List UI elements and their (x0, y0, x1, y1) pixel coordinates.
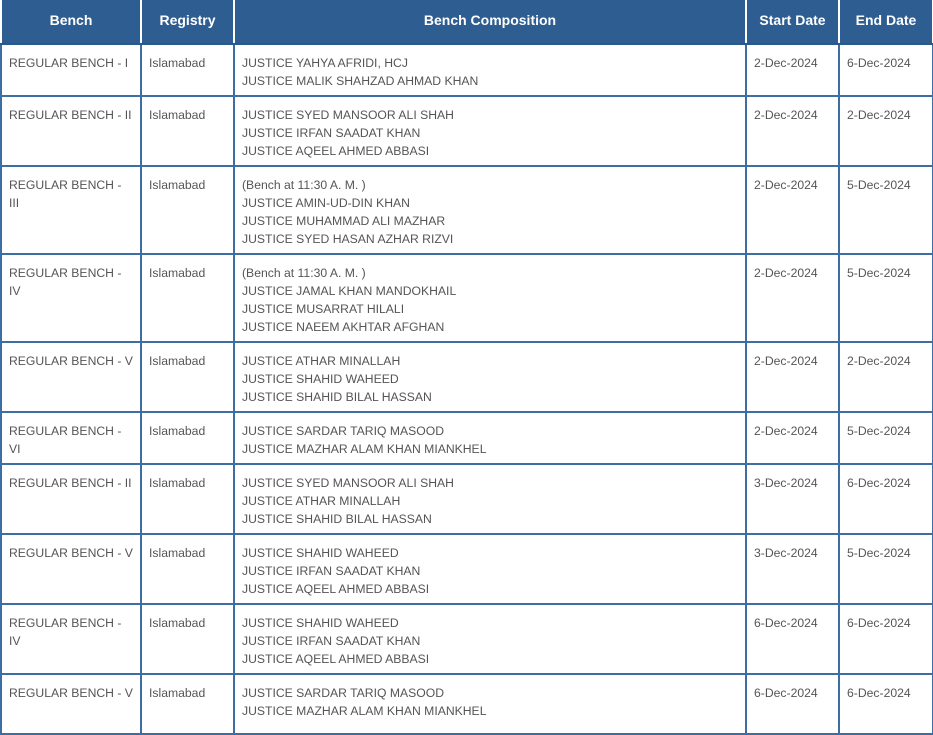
start-date-cell: 3-Dec-2024 (745, 463, 840, 535)
composition-line: JUSTICE ATHAR MINALLAH (242, 494, 401, 508)
start-date-cell: 2-Dec-2024 (745, 411, 840, 465)
composition-cell: JUSTICE SARDAR TARIQ MASOOD JUSTICE MAZHA… (233, 673, 747, 735)
table-header: Bench Registry Bench Composition Start D… (0, 0, 933, 45)
end-date-cell: 2-Dec-2024 (838, 341, 933, 413)
registry-cell: Islamabad (140, 95, 235, 167)
end-date-cell: 5-Dec-2024 (838, 411, 933, 465)
header-end-date[interactable]: End Date (838, 0, 933, 45)
start-date-cell: 2-Dec-2024 (745, 253, 840, 343)
table-row: REGULAR BENCH - IV Islamabad (Bench at 11:… (0, 253, 933, 343)
composition-line: JUSTICE MAZHAR ALAM KHAN MIANKHEL (242, 704, 487, 718)
header-start-date[interactable]: Start Date (745, 0, 840, 45)
start-date-cell: 2-Dec-2024 (745, 95, 840, 167)
start-date-cell: 2-Dec-2024 (745, 341, 840, 413)
bench-cell: REGULAR BENCH - IV (0, 253, 142, 343)
composition-line: JUSTICE SARDAR TARIQ MASOOD (242, 686, 445, 700)
table-row: REGULAR BENCH - I Islamabad JUSTICE YAHYA … (0, 43, 933, 97)
start-date-cell: 3-Dec-2024 (745, 533, 840, 605)
composition-cell: JUSTICE SHAHID WAHEED JUSTICE IRFAN SAADA… (233, 533, 747, 605)
end-date-cell: 5-Dec-2024 (838, 253, 933, 343)
registry-cell: Islamabad (140, 603, 235, 675)
composition-line: JUSTICE IRFAN SAADAT KHAN (242, 126, 421, 140)
composition-cell: JUSTICE YAHYA AFRIDI, HCJ JUSTICE MALIK S… (233, 43, 747, 97)
composition-cell: JUSTICE ATHAR MINALLAH JUSTICE SHAHID WAH… (233, 341, 747, 413)
composition-line: JUSTICE AMIN-UD-DIN KHAN (242, 196, 410, 210)
registry-cell: Islamabad (140, 165, 235, 255)
start-date-cell: 2-Dec-2024 (745, 165, 840, 255)
end-date-cell: 6-Dec-2024 (838, 463, 933, 535)
table-row: REGULAR BENCH - III Islamabad (Bench at 11… (0, 165, 933, 255)
bench-cell: REGULAR BENCH - V (0, 673, 142, 735)
composition-line: JUSTICE SYED MANSOOR ALI SHAH (242, 108, 454, 122)
registry-cell: Islamabad (140, 673, 235, 735)
table-row: REGULAR BENCH - V Islamabad JUSTICE SHAHID… (0, 533, 933, 605)
start-date-cell: 6-Dec-2024 (745, 673, 840, 735)
bench-schedule-table: Bench Registry Bench Composition Start D… (0, 0, 933, 735)
composition-line: JUSTICE AQEEL AHMED ABBASI (242, 582, 430, 596)
end-date-cell: 5-Dec-2024 (838, 165, 933, 255)
header-row: Bench Registry Bench Composition Start D… (0, 0, 933, 45)
registry-cell: Islamabad (140, 253, 235, 343)
composition-line: JUSTICE SHAHID WAHEED (242, 616, 399, 630)
registry-cell: Islamabad (140, 411, 235, 465)
composition-line: JUSTICE MUHAMMAD ALI MAZHAR (242, 214, 446, 228)
end-date-cell: 6-Dec-2024 (838, 603, 933, 675)
composition-cell: (Bench at 11:30 A. M. ) JUSTICE AMIN-UD-D… (233, 165, 747, 255)
composition-cell: (Bench at 11:30 A. M. ) JUSTICE JAMAL KHA… (233, 253, 747, 343)
composition-line: JUSTICE AQEEL AHMED ABBASI (242, 652, 430, 666)
registry-cell: Islamabad (140, 43, 235, 97)
start-date-cell: 6-Dec-2024 (745, 603, 840, 675)
bench-cell: REGULAR BENCH - III (0, 165, 142, 255)
composition-line: JUSTICE SYED MANSOOR ALI SHAH (242, 476, 454, 490)
composition-line: JUSTICE MALIK SHAHZAD AHMAD KHAN (242, 74, 479, 88)
header-registry[interactable]: Registry (140, 0, 235, 45)
composition-cell: JUSTICE SARDAR TARIQ MASOOD JUSTICE MAZHA… (233, 411, 747, 465)
composition-line: JUSTICE AQEEL AHMED ABBASI (242, 144, 430, 158)
table-row: REGULAR BENCH - II Islamabad JUSTICE SYED … (0, 95, 933, 167)
composition-line: (Bench at 11:30 A. M. ) (242, 266, 366, 280)
end-date-cell: 5-Dec-2024 (838, 533, 933, 605)
composition-line: JUSTICE ATHAR MINALLAH (242, 354, 401, 368)
end-date-cell: 2-Dec-2024 (838, 95, 933, 167)
table-row: REGULAR BENCH - IV Islamabad JUSTICE SHAHI… (0, 603, 933, 675)
composition-cell: JUSTICE SHAHID WAHEED JUSTICE IRFAN SAADA… (233, 603, 747, 675)
bench-cell: REGULAR BENCH - I (0, 43, 142, 97)
composition-line: JUSTICE JAMAL KHAN MANDOKHAIL (242, 284, 457, 298)
table-body: REGULAR BENCH - I Islamabad JUSTICE YAHYA … (0, 43, 933, 735)
composition-cell: JUSTICE SYED MANSOOR ALI SHAH JUSTICE ATH… (233, 463, 747, 535)
composition-line: JUSTICE YAHYA AFRIDI, HCJ (242, 56, 408, 70)
composition-line: JUSTICE SHAHID BILAL HASSAN (242, 390, 432, 404)
composition-line: JUSTICE MAZHAR ALAM KHAN MIANKHEL (242, 442, 487, 456)
composition-line: JUSTICE NAEEM AKHTAR AFGHAN (242, 320, 445, 334)
bench-cell: REGULAR BENCH - IV (0, 603, 142, 675)
header-bench-composition[interactable]: Bench Composition (233, 0, 747, 45)
registry-cell: Islamabad (140, 533, 235, 605)
composition-line: JUSTICE IRFAN SAADAT KHAN (242, 564, 421, 578)
start-date-cell: 2-Dec-2024 (745, 43, 840, 97)
header-bench[interactable]: Bench (0, 0, 142, 45)
bench-cell: REGULAR BENCH - VI (0, 411, 142, 465)
registry-cell: Islamabad (140, 463, 235, 535)
bench-cell: REGULAR BENCH - V (0, 533, 142, 605)
bench-cell: REGULAR BENCH - II (0, 463, 142, 535)
bench-cell: REGULAR BENCH - V (0, 341, 142, 413)
composition-line: JUSTICE SHAHID WAHEED (242, 372, 399, 386)
composition-line: JUSTICE SHAHID BILAL HASSAN (242, 512, 432, 526)
end-date-cell: 6-Dec-2024 (838, 43, 933, 97)
composition-line: JUSTICE SARDAR TARIQ MASOOD (242, 424, 445, 438)
composition-line: (Bench at 11:30 A. M. ) (242, 178, 366, 192)
registry-cell: Islamabad (140, 341, 235, 413)
table-row: REGULAR BENCH - VI Islamabad JUSTICE SARDA… (0, 411, 933, 465)
composition-line: JUSTICE MUSARRAT HILALI (242, 302, 405, 316)
table-row: REGULAR BENCH - V Islamabad JUSTICE SARDAR… (0, 673, 933, 735)
composition-line: JUSTICE SHAHID WAHEED (242, 546, 399, 560)
table-row: REGULAR BENCH - II Islamabad JUSTICE SYED … (0, 463, 933, 535)
bench-cell: REGULAR BENCH - II (0, 95, 142, 167)
end-date-cell: 6-Dec-2024 (838, 673, 933, 735)
composition-cell: JUSTICE SYED MANSOOR ALI SHAH JUSTICE IRF… (233, 95, 747, 167)
table-row: REGULAR BENCH - V Islamabad JUSTICE ATHAR … (0, 341, 933, 413)
composition-line: JUSTICE IRFAN SAADAT KHAN (242, 634, 421, 648)
composition-line: JUSTICE SYED HASAN AZHAR RIZVI (242, 232, 454, 246)
